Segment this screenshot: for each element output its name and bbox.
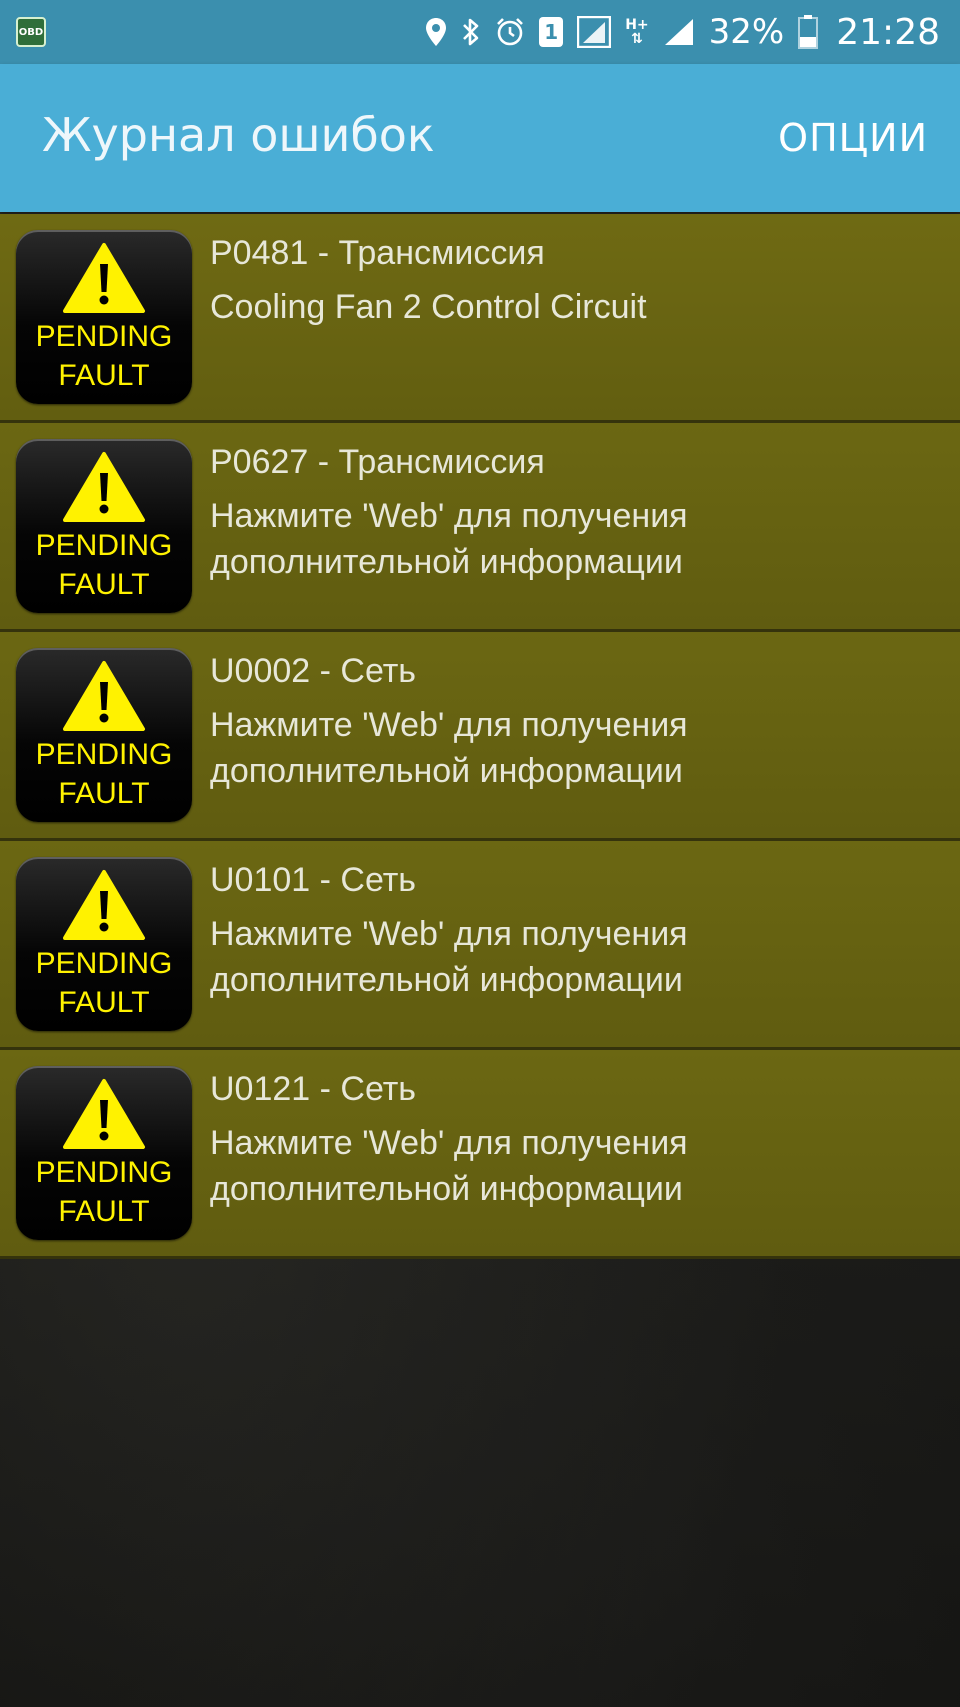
- pending-fault-badge: PENDING FAULT: [16, 648, 192, 822]
- pending-fault-badge: PENDING FAULT: [16, 1066, 192, 1240]
- fault-code: U0121 - Сеть: [210, 1070, 417, 1108]
- badge-line-2: FAULT: [58, 359, 150, 392]
- fault-item[interactable]: PENDING FAULT P0481 - Трансмиссия Coolin…: [0, 214, 960, 423]
- warning-triangle-icon: [63, 661, 145, 731]
- sim-slot-label: 1: [544, 20, 559, 44]
- pending-fault-badge: PENDING FAULT: [16, 230, 192, 404]
- badge-line-2: FAULT: [58, 986, 150, 1019]
- fault-item[interactable]: PENDING FAULT U0121 - Сеть Нажмите 'Web'…: [0, 1050, 960, 1259]
- alarm-icon: [497, 18, 524, 46]
- fault-description: Нажмите 'Web' для получения дополнительн…: [210, 915, 688, 999]
- badge-line-1: PENDING: [35, 947, 173, 980]
- badge-line-2: FAULT: [58, 1195, 150, 1228]
- fault-description: Cooling Fan 2 Control Circuit: [210, 288, 647, 326]
- location-icon: [426, 18, 447, 46]
- cell-signal-icon: [664, 19, 693, 45]
- obd-app-icon: OBD: [16, 17, 46, 47]
- status-bar: OBD 1 H+ ⇅ 32% 21:28: [0, 0, 960, 64]
- network-type-label: H+: [625, 17, 649, 33]
- warning-triangle-icon: [63, 452, 145, 522]
- fault-code: U0002 - Сеть: [210, 652, 417, 690]
- badge-line-2: FAULT: [58, 568, 150, 601]
- clock: 21:28: [836, 11, 940, 53]
- battery-percent: 32%: [708, 12, 785, 52]
- signal-icon: [577, 16, 612, 48]
- pending-fault-badge: PENDING FAULT: [16, 439, 192, 613]
- battery-icon: [798, 15, 819, 49]
- warning-triangle-icon: [63, 870, 145, 940]
- options-button[interactable]: ОПЦИИ: [778, 116, 928, 160]
- screen: OBD 1 H+ ⇅ 32% 21:28 Журнал ошибок ОПЦИИ…: [0, 0, 960, 1707]
- fault-item[interactable]: PENDING FAULT P0627 - Трансмиссия Нажмит…: [0, 423, 960, 632]
- sim-icon: 1: [539, 17, 564, 47]
- badge-line-1: PENDING: [35, 320, 173, 353]
- pending-fault-badge: PENDING FAULT: [16, 857, 192, 1031]
- status-left: OBD: [0, 17, 46, 47]
- warning-triangle-icon: [63, 1079, 145, 1149]
- badge-line-2: FAULT: [58, 777, 150, 810]
- fault-description: Нажмите 'Web' для получения дополнительн…: [210, 497, 688, 581]
- fault-code: P0481 - Трансмиссия: [210, 234, 545, 272]
- fault-item[interactable]: PENDING FAULT U0002 - Сеть Нажмите 'Web'…: [0, 632, 960, 841]
- app-bar: Журнал ошибок ОПЦИИ: [0, 64, 960, 212]
- page-title: Журнал ошибок: [42, 108, 435, 162]
- badge-line-1: PENDING: [35, 738, 173, 771]
- fault-list: PENDING FAULT P0481 - Трансмиссия Coolin…: [0, 214, 960, 1259]
- badge-line-1: PENDING: [35, 529, 173, 562]
- data-arrows-icon: ⇅: [631, 31, 643, 47]
- badge-line-1: PENDING: [35, 1156, 173, 1189]
- fault-code: U0101 - Сеть: [210, 861, 417, 899]
- status-right: 1 H+ ⇅ 32% 21:28: [425, 12, 960, 53]
- fault-description: Нажмите 'Web' для получения дополнительн…: [210, 1124, 688, 1208]
- warning-triangle-icon: [63, 243, 145, 313]
- fault-description: Нажмите 'Web' для получения дополнительн…: [210, 706, 688, 790]
- fault-code: P0627 - Трансмиссия: [210, 443, 545, 481]
- network-type: H+ ⇅: [625, 18, 648, 46]
- obd-app-icon-label: OBD: [18, 26, 44, 38]
- fault-item[interactable]: PENDING FAULT U0101 - Сеть Нажмите 'Web'…: [0, 841, 960, 1050]
- bluetooth-icon: [463, 18, 479, 46]
